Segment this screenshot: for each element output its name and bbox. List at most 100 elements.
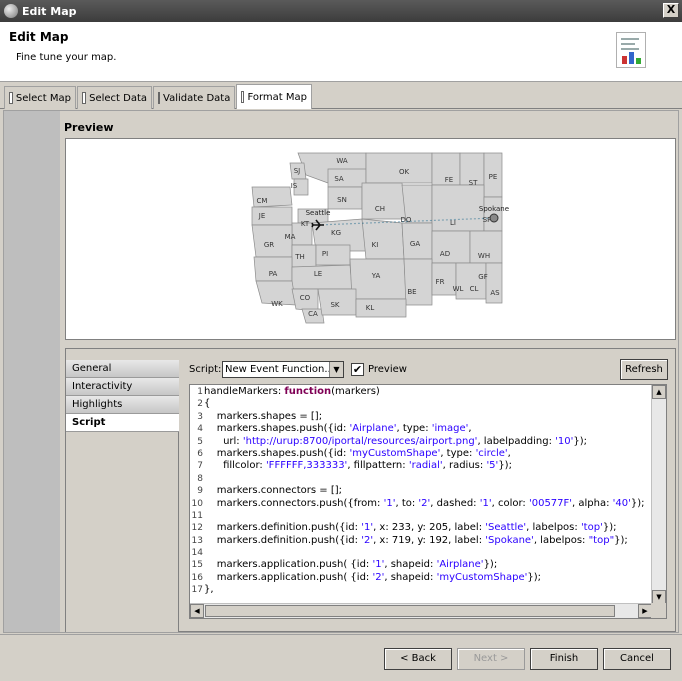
line-number: 2	[197, 399, 203, 410]
tab-select-map[interactable]: Select Map	[4, 86, 76, 109]
county-as	[485, 262, 503, 304]
preview-checkbox[interactable]: ✔	[351, 363, 364, 376]
county-label: SK	[330, 301, 339, 309]
code-text: fillcolor: 'FFFFFF,333333', fillpattern:…	[204, 460, 512, 472]
county-label: AD	[440, 250, 450, 258]
code-text: },	[204, 584, 214, 596]
county-label: GF	[478, 273, 487, 281]
county-label: BE	[407, 288, 416, 296]
finish-button[interactable]: Finish	[530, 648, 598, 670]
scroll-left-icon[interactable]: ◀	[190, 604, 204, 618]
line-number: 3	[197, 411, 203, 422]
nav-item-interactivity[interactable]: Interactivity	[66, 378, 179, 396]
county-label: CM	[257, 197, 268, 205]
scroll-down-icon[interactable]: ▼	[652, 590, 666, 604]
header-subtitle: Fine tune your map.	[16, 52, 117, 63]
code-line: 6 markers.shapes.push({id: 'myCustomShap…	[190, 448, 650, 460]
county-label: WL	[453, 285, 464, 293]
county-label: WK	[271, 300, 283, 308]
code-text: markers.shapes.push({id: 'myCustomShape'…	[204, 447, 511, 459]
title-bar: Edit Map X	[0, 0, 682, 22]
scroll-right-icon[interactable]: ▶	[638, 604, 652, 618]
code-line: 3 markers.shapes = [];	[190, 411, 650, 423]
county-label: GR	[264, 241, 274, 249]
code-line: 9 markers.connectors = [];	[190, 485, 650, 497]
vertical-scrollbar[interactable]: ▲ ▼	[651, 385, 666, 604]
refresh-button[interactable]: Refresh	[620, 359, 668, 380]
dialog-header: Edit Map Fine tune your map.	[0, 22, 682, 82]
seattle-label: Seattle	[306, 209, 331, 217]
horizontal-scrollbar[interactable]: ◀ ▶	[190, 603, 652, 618]
spokane-label: Spokane	[479, 205, 509, 213]
tab-select-data[interactable]: Select Data	[77, 86, 152, 109]
validate-data-icon	[158, 92, 160, 104]
script-code-editor[interactable]: 1 handleMarkers: function(markers) 2{3 mar…	[189, 384, 667, 619]
chevron-down-icon[interactable]: ▼	[329, 362, 343, 377]
line-number: 1	[197, 387, 203, 397]
format-options-panel: General Interactivity Highlights Script …	[65, 348, 676, 632]
wizard-tabs: Select Map Select Data Validate Data For…	[0, 83, 682, 109]
county-kl	[355, 298, 407, 318]
window-title: Edit Map	[22, 4, 77, 18]
code-line: 5 url: 'http://urup:8700/iportal/resourc…	[190, 436, 650, 448]
side-nav-blank	[66, 432, 179, 632]
code-line: 16 markers.application.push( {id: '2', s…	[190, 572, 650, 584]
line-number: 5	[197, 436, 203, 447]
nav-item-highlights[interactable]: Highlights	[66, 396, 179, 414]
code-line: 14	[190, 547, 650, 559]
script-function-select[interactable]: New Event Function... ▼	[222, 361, 344, 378]
line-number: 12	[191, 523, 203, 534]
county-label: SA	[334, 175, 344, 183]
county-label: CO	[300, 294, 311, 302]
preview-checkbox-label: Preview	[368, 364, 407, 375]
county-label: OK	[399, 168, 410, 176]
code-text: handleMarkers: function(markers)	[204, 386, 380, 397]
county-label: FE	[445, 176, 453, 184]
scroll-corner	[651, 603, 666, 618]
back-button[interactable]: < Back	[384, 648, 452, 670]
tab-format-map[interactable]: Format Map	[236, 84, 312, 109]
nav-item-general[interactable]: General	[66, 360, 179, 378]
county-wl	[455, 262, 487, 300]
code-line: 11	[190, 510, 650, 522]
county-label: SJ	[294, 167, 301, 175]
tab-validate-data[interactable]: Validate Data	[153, 86, 235, 109]
code-text: markers.definition.push({id: '2', x: 719…	[204, 534, 628, 546]
line-number: 9	[197, 486, 203, 497]
county-label: KL	[366, 304, 375, 312]
code-lines: 1 handleMarkers: function(markers) 2{3 mar…	[190, 386, 650, 597]
nav-item-script[interactable]: Script	[66, 414, 179, 432]
line-number: 8	[197, 473, 203, 484]
county-label: PA	[269, 270, 278, 278]
script-editor-area: Script: New Event Function... ▼ ✔ Previe…	[180, 349, 676, 632]
county-label: FR	[436, 278, 445, 286]
county-label: YA	[371, 272, 381, 280]
line-number: 14	[191, 548, 203, 559]
county-ki	[361, 218, 405, 260]
next-button[interactable]: Next >	[457, 648, 525, 670]
code-text: markers.connectors.push({from: '1', to: …	[204, 497, 645, 509]
county-label: PI	[322, 250, 328, 258]
map-preview[interactable]: WA SJ IS SA SN CM JE KT MA KG OK CH DO FE ST PE LI SP GR TH…	[65, 138, 676, 340]
county-label: JE	[258, 212, 266, 220]
code-line: 12 markers.definition.push({id: '1', x: …	[190, 522, 650, 534]
dialog-footer: < Back Next > Finish Cancel	[0, 634, 682, 681]
code-line: 8	[190, 473, 650, 485]
county-label: CH	[375, 205, 385, 213]
county-label: GA	[410, 240, 420, 248]
code-text: markers.definition.push({id: '1', x: 233…	[204, 522, 617, 534]
code-text: markers.application.push( {id: '1', shap…	[204, 559, 498, 571]
cancel-button[interactable]: Cancel	[603, 648, 671, 670]
county-label: CA	[308, 310, 318, 318]
county-label: AS	[490, 289, 500, 297]
format-side-nav: General Interactivity Highlights Script	[66, 360, 179, 432]
scroll-up-icon[interactable]: ▲	[652, 385, 666, 399]
horizontal-scroll-thumb[interactable]	[205, 605, 615, 617]
code-text: markers.application.push( {id: '2', shap…	[204, 571, 541, 583]
line-number: 10	[191, 498, 203, 509]
county-ch	[361, 182, 407, 220]
code-line: 1 handleMarkers: function(markers)	[190, 386, 650, 398]
close-button[interactable]: X	[663, 3, 679, 18]
county-label: WH	[478, 252, 490, 260]
code-line: 13 markers.definition.push({id: '2', x: …	[190, 535, 650, 547]
